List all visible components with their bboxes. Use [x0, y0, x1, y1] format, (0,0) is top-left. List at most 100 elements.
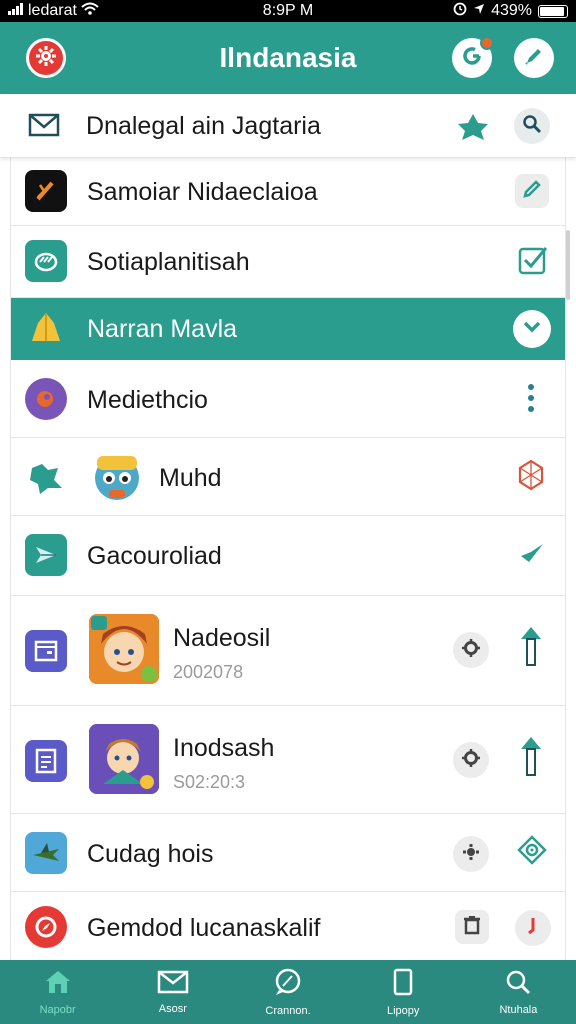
list-item[interactable]: Sotiaplanitisah	[11, 226, 565, 298]
shell-icon	[25, 240, 67, 282]
carrier-name: ledarat	[28, 2, 77, 19]
star-icon[interactable]	[456, 112, 490, 147]
list-item-selected[interactable]: Narran Mavla	[11, 298, 565, 360]
upload-button[interactable]	[517, 736, 545, 780]
scrollbar[interactable]	[566, 230, 570, 300]
target-button[interactable]	[515, 834, 549, 870]
airplane-icon	[25, 832, 67, 874]
tab-label: Napobr	[39, 1003, 76, 1016]
info-button[interactable]	[515, 910, 551, 946]
list-item[interactable]: Cudag hois	[11, 814, 565, 892]
list-item-subtitle: 2002078	[173, 662, 244, 682]
app-title: Ilndanasia	[219, 42, 357, 73]
item-settings-button[interactable]	[453, 632, 489, 668]
edit-button[interactable]	[514, 38, 554, 78]
list-item-label: Gacouroliad	[87, 542, 222, 570]
location-icon	[473, 2, 485, 20]
plane-icon	[25, 534, 67, 576]
item-list[interactable]: Samoiar Nidaeclaioa Sotiaplanitisah Narr…	[10, 158, 566, 960]
delete-button[interactable]	[455, 910, 489, 944]
game-thumbnail	[89, 614, 159, 684]
bottom-tab-bar: Napobr Asosr Crannon. Lipopy Ntuhala	[0, 960, 576, 1024]
status-left: ledarat	[8, 2, 99, 20]
mail-icon	[157, 970, 189, 999]
gem-button[interactable]	[517, 459, 545, 496]
brush-icon	[25, 170, 67, 212]
list-item[interactable]: Gacouroliad	[11, 516, 565, 596]
item-settings-button[interactable]	[453, 742, 489, 778]
game-thumbnail	[89, 724, 159, 794]
list-item-label: Mediethcio	[87, 386, 208, 414]
gear-icon	[461, 638, 481, 663]
gear-icon	[461, 842, 481, 867]
battery-percent: 439%	[491, 2, 532, 19]
tab-label: Lipopy	[387, 1004, 420, 1017]
mail-icon	[28, 112, 60, 143]
signal-icon	[8, 2, 24, 20]
tab-chat[interactable]: Crannon.	[230, 960, 345, 1024]
list-item-label: Gemdod lucanaskalif	[87, 914, 321, 942]
search-button[interactable]	[514, 108, 550, 144]
list-item[interactable]: Gemdod lucanaskalif	[11, 892, 565, 960]
arrow-up-icon	[519, 625, 543, 672]
window-icon	[25, 630, 67, 672]
home-icon	[43, 969, 73, 1000]
list-item[interactable]: Muhd	[11, 438, 565, 516]
splash-icon	[25, 456, 67, 498]
list-item[interactable]: Inodsash S02:20:3	[11, 706, 565, 814]
tab-label: Crannon.	[265, 1004, 311, 1017]
send-button[interactable]	[517, 540, 547, 570]
search-icon	[505, 969, 531, 1000]
tab-inbox[interactable]: Asosr	[115, 960, 230, 1024]
gem-icon	[518, 459, 544, 496]
status-right: 439%	[453, 2, 568, 21]
header-row[interactable]: Dnalegal ain Jagtaria	[0, 94, 576, 158]
edit-item-button[interactable]	[515, 174, 549, 208]
tab-search[interactable]: Ntuhala	[461, 960, 576, 1024]
tab-home[interactable]: Napobr	[0, 960, 115, 1024]
expand-button[interactable]	[513, 310, 551, 348]
search-icon	[522, 114, 542, 139]
list-item-title: Inodsash	[173, 734, 275, 762]
wifi-icon	[81, 2, 99, 20]
document-icon	[25, 740, 67, 782]
tab-label: Asosr	[158, 1002, 187, 1015]
upload-button[interactable]	[517, 626, 545, 670]
more-vertical-icon	[527, 383, 535, 418]
food-icon	[25, 378, 67, 420]
app-bar: Ilndanasia	[0, 22, 576, 94]
list-item-subtitle: S02:20:3	[173, 772, 246, 792]
item-settings-button[interactable]	[453, 836, 489, 872]
tab-library[interactable]: Lipopy	[346, 960, 461, 1024]
alarm-icon	[453, 2, 467, 21]
checkbox[interactable]	[515, 244, 551, 280]
list-item[interactable]: Mediethcio	[11, 360, 565, 438]
notification-dot	[480, 36, 494, 50]
edit-icon	[521, 178, 543, 205]
checkbox-icon	[517, 244, 549, 281]
list-item-label: Sotiaplanitisah	[87, 248, 250, 276]
battery-icon	[538, 4, 568, 18]
list-item-label: Muhd	[159, 464, 222, 492]
chevron-down-icon	[522, 320, 542, 339]
alert-icon	[526, 915, 540, 942]
list-item-title: Nadeosil	[173, 624, 271, 652]
arrow-up-icon	[519, 735, 543, 782]
status-bar: ledarat 8:9P M 439%	[0, 0, 576, 22]
list-item-label: Narran Mavla	[87, 315, 238, 343]
settings-button[interactable]	[26, 38, 66, 78]
list-item[interactable]: Nadeosil 2002078	[11, 596, 565, 706]
list-item-label: Cudag hois	[87, 840, 214, 868]
more-button[interactable]	[521, 383, 541, 418]
header-row-label: Dnalegal ain Jagtaria	[86, 112, 321, 140]
account-button[interactable]	[452, 36, 494, 78]
list-item-label: Samoiar Nidaeclaioa	[87, 178, 318, 206]
compass-icon	[25, 906, 67, 948]
crown-icon	[25, 308, 67, 350]
character-thumbnail	[87, 446, 149, 508]
target-icon	[517, 834, 547, 870]
trash-icon	[463, 915, 481, 940]
list-item[interactable]: Samoiar Nidaeclaioa	[11, 158, 565, 226]
refresh-icon	[460, 44, 484, 73]
gear-icon	[35, 45, 57, 72]
